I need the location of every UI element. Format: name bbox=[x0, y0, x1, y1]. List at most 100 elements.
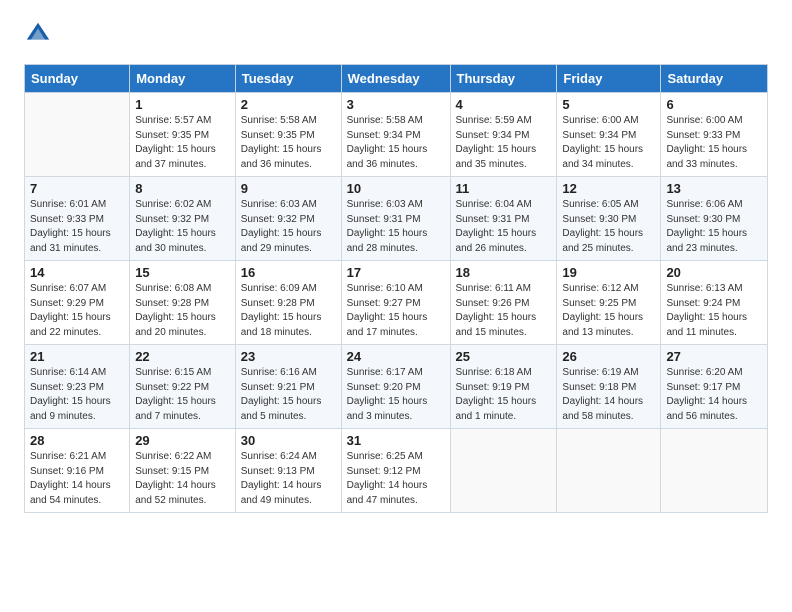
day-cell: 23 Sunrise: 6:16 AM Sunset: 9:21 PM Dayli… bbox=[235, 345, 341, 429]
day-number: 14 bbox=[30, 265, 124, 280]
day-cell: 21Sunrise: 6:14 AM Sunset: 9:23 PM Dayli… bbox=[25, 345, 130, 429]
day-info: Sunrise: 6:17 AM Sunset: 9:20 PM Dayligh… bbox=[347, 366, 445, 424]
week-row-1: 1Sunrise: 5:57 AM Sunset: 9:35 PM Daylig… bbox=[25, 93, 768, 177]
day-number: 4 bbox=[456, 97, 552, 112]
calendar-table: SundayMondayTuesdayWednesdayThursdayFrid… bbox=[24, 64, 768, 513]
day-number: 31 bbox=[347, 433, 445, 448]
day-info: Sunrise: 6:19 AM Sunset: 9:18 PM Dayligh… bbox=[562, 366, 655, 424]
day-number: 13 bbox=[666, 181, 762, 196]
header-row: SundayMondayTuesdayWednesdayThursdayFrid… bbox=[25, 65, 768, 93]
day-cell: 19Sunrise: 6:12 AM Sunset: 9:25 PM Dayli… bbox=[557, 261, 661, 345]
day-info: Sunrise: 6:20 AM Sunset: 9:17 PM Dayligh… bbox=[666, 366, 762, 424]
week-row-4: 21Sunrise: 6:14 AM Sunset: 9:23 PM Dayli… bbox=[25, 345, 768, 429]
week-row-3: 14 Sunrise: 6:07 AM Sunset: 9:29 PM Dayli… bbox=[25, 261, 768, 345]
day-number: 29 bbox=[135, 433, 230, 448]
day-number: 18 bbox=[456, 265, 552, 280]
week-row-2: 7Sunrise: 6:01 AM Sunset: 9:33 PM Daylig… bbox=[25, 177, 768, 261]
day-info: Sunrise: 6:07 AM Sunset: 9:29 PM Dayligh… bbox=[30, 282, 124, 340]
day-number: 7 bbox=[30, 181, 124, 196]
day-number: 16 bbox=[241, 265, 336, 280]
day-info: Sunrise: 6:11 AM Sunset: 9:26 PM Dayligh… bbox=[456, 282, 552, 340]
day-number: 11 bbox=[456, 181, 552, 196]
day-info: Sunrise: 6:16 AM Sunset: 9:21 PM Dayligh… bbox=[241, 366, 336, 424]
day-info: Sunrise: 5:59 AM Sunset: 9:34 PM Dayligh… bbox=[456, 114, 552, 172]
day-cell: 2Sunrise: 5:58 AM Sunset: 9:35 PM Daylig… bbox=[235, 93, 341, 177]
day-info: Sunrise: 6:10 AM Sunset: 9:27 PM Dayligh… bbox=[347, 282, 445, 340]
day-cell: 5 Sunrise: 6:00 AM Sunset: 9:34 PM Daylig… bbox=[557, 93, 661, 177]
week-row-5: 28 Sunrise: 6:21 AM Sunset: 9:16 PM Dayli… bbox=[25, 429, 768, 513]
day-info: Sunrise: 6:09 AM Sunset: 9:28 PM Dayligh… bbox=[241, 282, 336, 340]
day-number: 30 bbox=[241, 433, 336, 448]
day-info: Sunrise: 6:21 AM Sunset: 9:16 PM Dayligh… bbox=[30, 450, 124, 508]
day-info: Sunrise: 6:14 AM Sunset: 9:23 PM Dayligh… bbox=[30, 366, 124, 424]
day-cell: 29 Sunrise: 6:22 AM Sunset: 9:15 PM Dayli… bbox=[130, 429, 236, 513]
calendar-body: 1Sunrise: 5:57 AM Sunset: 9:35 PM Daylig… bbox=[25, 93, 768, 513]
day-cell bbox=[557, 429, 661, 513]
day-number: 6 bbox=[666, 97, 762, 112]
day-number: 12 bbox=[562, 181, 655, 196]
header-day-friday: Friday bbox=[557, 65, 661, 93]
day-info: Sunrise: 6:05 AM Sunset: 9:30 PM Dayligh… bbox=[562, 198, 655, 256]
day-info: Sunrise: 6:06 AM Sunset: 9:30 PM Dayligh… bbox=[666, 198, 762, 256]
day-info: Sunrise: 6:24 AM Sunset: 9:13 PM Dayligh… bbox=[241, 450, 336, 508]
day-number: 15 bbox=[135, 265, 230, 280]
day-number: 17 bbox=[347, 265, 445, 280]
day-cell: 24 Sunrise: 6:17 AM Sunset: 9:20 PM Dayli… bbox=[341, 345, 450, 429]
day-number: 20 bbox=[666, 265, 762, 280]
day-cell: 9 Sunrise: 6:03 AM Sunset: 9:32 PM Daylig… bbox=[235, 177, 341, 261]
day-number: 9 bbox=[241, 181, 336, 196]
header-day-thursday: Thursday bbox=[450, 65, 557, 93]
day-number: 19 bbox=[562, 265, 655, 280]
day-cell: 6 Sunrise: 6:00 AM Sunset: 9:33 PM Daylig… bbox=[661, 93, 768, 177]
day-info: Sunrise: 6:02 AM Sunset: 9:32 PM Dayligh… bbox=[135, 198, 230, 256]
day-number: 26 bbox=[562, 349, 655, 364]
day-number: 28 bbox=[30, 433, 124, 448]
day-info: Sunrise: 5:58 AM Sunset: 9:35 PM Dayligh… bbox=[241, 114, 336, 172]
header-day-saturday: Saturday bbox=[661, 65, 768, 93]
header-day-monday: Monday bbox=[130, 65, 236, 93]
day-cell: 18 Sunrise: 6:11 AM Sunset: 9:26 PM Dayli… bbox=[450, 261, 557, 345]
day-cell: 15 Sunrise: 6:08 AM Sunset: 9:28 PM Dayli… bbox=[130, 261, 236, 345]
day-cell: 26 Sunrise: 6:19 AM Sunset: 9:18 PM Dayli… bbox=[557, 345, 661, 429]
logo-icon bbox=[24, 20, 52, 48]
day-cell bbox=[25, 93, 130, 177]
day-info: Sunrise: 6:03 AM Sunset: 9:32 PM Dayligh… bbox=[241, 198, 336, 256]
day-info: Sunrise: 6:00 AM Sunset: 9:34 PM Dayligh… bbox=[562, 114, 655, 172]
day-number: 10 bbox=[347, 181, 445, 196]
calendar-header: SundayMondayTuesdayWednesdayThursdayFrid… bbox=[25, 65, 768, 93]
day-cell: 22 Sunrise: 6:15 AM Sunset: 9:22 PM Dayli… bbox=[130, 345, 236, 429]
day-number: 8 bbox=[135, 181, 230, 196]
day-number: 1 bbox=[135, 97, 230, 112]
day-info: Sunrise: 6:22 AM Sunset: 9:15 PM Dayligh… bbox=[135, 450, 230, 508]
day-cell: 10 Sunrise: 6:03 AM Sunset: 9:31 PM Dayli… bbox=[341, 177, 450, 261]
day-number: 3 bbox=[347, 97, 445, 112]
day-cell: 14 Sunrise: 6:07 AM Sunset: 9:29 PM Dayli… bbox=[25, 261, 130, 345]
day-cell: 3Sunrise: 5:58 AM Sunset: 9:34 PM Daylig… bbox=[341, 93, 450, 177]
day-number: 27 bbox=[666, 349, 762, 364]
day-number: 5 bbox=[562, 97, 655, 112]
day-cell: 28 Sunrise: 6:21 AM Sunset: 9:16 PM Dayli… bbox=[25, 429, 130, 513]
day-number: 22 bbox=[135, 349, 230, 364]
day-cell bbox=[661, 429, 768, 513]
header-day-wednesday: Wednesday bbox=[341, 65, 450, 93]
day-info: Sunrise: 6:13 AM Sunset: 9:24 PM Dayligh… bbox=[666, 282, 762, 340]
logo bbox=[24, 20, 56, 48]
day-info: Sunrise: 6:04 AM Sunset: 9:31 PM Dayligh… bbox=[456, 198, 552, 256]
day-info: Sunrise: 6:00 AM Sunset: 9:33 PM Dayligh… bbox=[666, 114, 762, 172]
day-info: Sunrise: 6:03 AM Sunset: 9:31 PM Dayligh… bbox=[347, 198, 445, 256]
header bbox=[24, 20, 768, 48]
day-cell: 12 Sunrise: 6:05 AM Sunset: 9:30 PM Dayli… bbox=[557, 177, 661, 261]
day-cell: 8 Sunrise: 6:02 AM Sunset: 9:32 PM Daylig… bbox=[130, 177, 236, 261]
day-cell: 7Sunrise: 6:01 AM Sunset: 9:33 PM Daylig… bbox=[25, 177, 130, 261]
day-info: Sunrise: 6:15 AM Sunset: 9:22 PM Dayligh… bbox=[135, 366, 230, 424]
day-cell: 1Sunrise: 5:57 AM Sunset: 9:35 PM Daylig… bbox=[130, 93, 236, 177]
day-cell: 20 Sunrise: 6:13 AM Sunset: 9:24 PM Dayli… bbox=[661, 261, 768, 345]
day-info: Sunrise: 6:18 AM Sunset: 9:19 PM Dayligh… bbox=[456, 366, 552, 424]
day-info: Sunrise: 6:08 AM Sunset: 9:28 PM Dayligh… bbox=[135, 282, 230, 340]
day-number: 24 bbox=[347, 349, 445, 364]
day-cell: 11 Sunrise: 6:04 AM Sunset: 9:31 PM Dayli… bbox=[450, 177, 557, 261]
header-day-tuesday: Tuesday bbox=[235, 65, 341, 93]
day-number: 25 bbox=[456, 349, 552, 364]
day-cell: 16 Sunrise: 6:09 AM Sunset: 9:28 PM Dayli… bbox=[235, 261, 341, 345]
day-number: 23 bbox=[241, 349, 336, 364]
